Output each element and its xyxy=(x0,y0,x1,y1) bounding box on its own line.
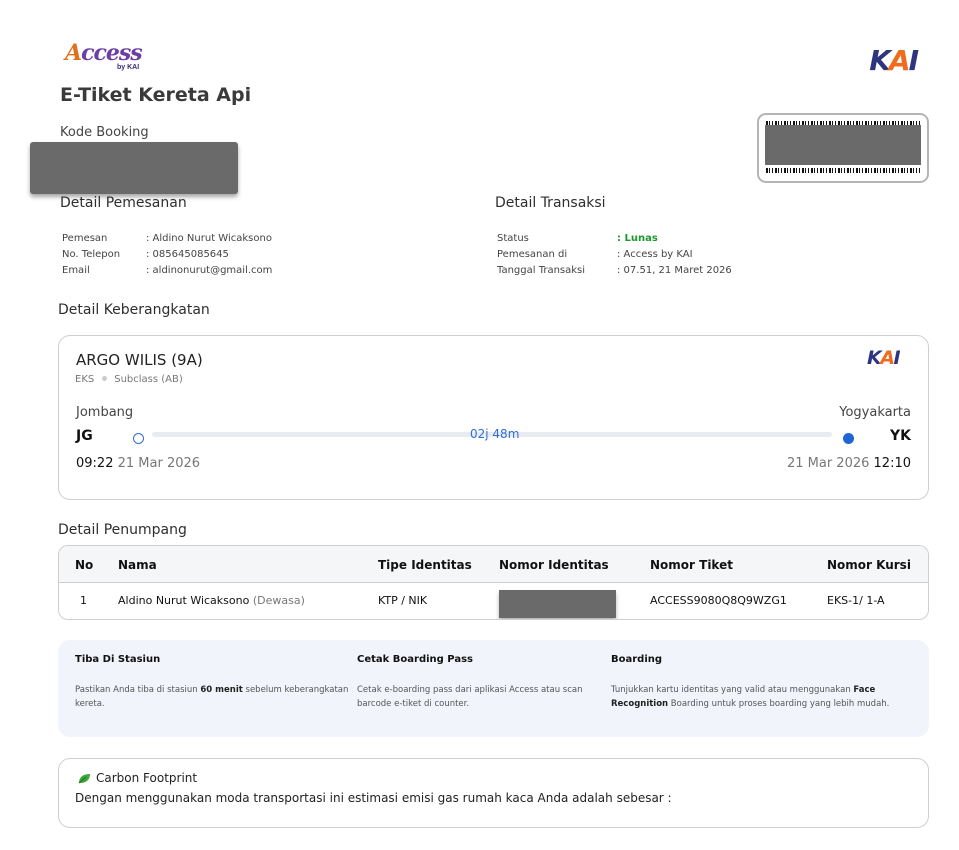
page-title: E-Tiket Kereta Api xyxy=(60,84,252,106)
arrival-date: 21 Mar 2026 xyxy=(786,456,870,471)
barcode-redaction xyxy=(765,125,921,165)
separator-dot xyxy=(102,376,108,381)
boarding-tips: Tiba Di Stasiun Pastikan Anda tiba di st… xyxy=(58,640,929,737)
passenger-name-cell: Aldino Nurut Wicaksono (Dewasa) xyxy=(118,594,305,607)
kode-booking-redaction xyxy=(30,142,238,194)
column-header: Nomor Identitas xyxy=(499,558,609,572)
pemesanan-label: Pemesan xyxy=(62,233,108,244)
departure-time: 09:22 xyxy=(76,456,114,471)
detail-transaksi-title: Detail Transaksi xyxy=(495,195,606,211)
passenger-table: No Nama Tipe Identitas Nomor Identitas N… xyxy=(58,545,929,620)
trip-duration: 02j 48m xyxy=(470,427,520,441)
column-header: No xyxy=(75,558,94,572)
pemesanan-label: Email xyxy=(62,265,90,276)
leaf-icon xyxy=(78,774,90,784)
tip-text: Tunjukkan kartu identitas yang valid ata… xyxy=(611,685,854,695)
train-class: EKS Subclass (AB) xyxy=(75,374,183,385)
train-class-code: EKS xyxy=(75,374,95,385)
train-name: ARGO WILIS (9A) xyxy=(76,351,203,369)
destination-city: Yogyakarta xyxy=(839,405,911,420)
tip-emphasis: 60 menit xyxy=(200,685,243,695)
origin-code: JG xyxy=(76,428,93,444)
status-badge: : Lunas xyxy=(617,233,658,244)
kai-small-logo: KAI xyxy=(867,347,901,369)
tip-text: Pastikan Anda tiba di stasiun xyxy=(75,685,201,695)
detail-pemesanan-title: Detail Pemesanan xyxy=(60,195,187,211)
carbon-footprint-title: Carbon Footprint xyxy=(96,771,198,785)
departure-datetime: 09:22 21 Mar 2026 xyxy=(76,456,200,471)
detail-penumpang-title: Detail Penumpang xyxy=(58,522,187,538)
access-by-kai-logo: Access by KAI xyxy=(65,40,143,71)
kai-logo: KAI xyxy=(869,44,919,77)
destination-code: YK xyxy=(890,428,911,444)
pemesanan-value: : aldinonurut@gmail.com xyxy=(146,265,273,276)
passenger-id-type: KTP / NIK xyxy=(378,594,428,607)
kode-booking-label: Kode Booking xyxy=(60,125,149,140)
column-header: Tipe Identitas xyxy=(378,558,472,572)
pemesanan-value: : 085645085645 xyxy=(146,249,229,260)
origin-dot-icon xyxy=(133,433,144,444)
passenger-name: Aldino Nurut Wicaksono xyxy=(118,594,250,607)
passenger-no: 1 xyxy=(80,594,87,607)
transaksi-label: Pemesanan di xyxy=(497,249,568,260)
tip-title: Cetak Boarding Pass xyxy=(357,654,474,665)
passenger-category: (Dewasa) xyxy=(252,594,305,607)
seat-number: EKS-1/ 1-A xyxy=(827,594,885,607)
tip-body: Pastikan Anda tiba di stasiun 60 menit s… xyxy=(75,683,360,711)
tip-text: Cetak e-boarding pass dari aplikasi Acce… xyxy=(357,685,583,709)
origin-city: Jombang xyxy=(76,405,134,420)
departure-date: 21 Mar 2026 xyxy=(117,456,201,471)
tip-body: Tunjukkan kartu identitas yang valid ata… xyxy=(611,683,911,711)
pemesanan-value: : Aldino Nurut Wicaksono xyxy=(146,233,272,244)
access-logo-sub: by KAI xyxy=(117,64,140,71)
arrival-time: 12:10 xyxy=(873,456,911,471)
column-header: Nomor Tiket xyxy=(650,558,733,572)
tip-title: Tiba Di Stasiun xyxy=(75,654,161,665)
id-number-redaction xyxy=(499,590,616,618)
transaksi-value: : 07.51, 21 Maret 2026 xyxy=(617,265,732,276)
destination-dot-icon xyxy=(843,433,854,444)
tip-body: Cetak e-boarding pass dari aplikasi Acce… xyxy=(357,683,602,711)
ticket-number: ACCESS9080Q8Q9WZG1 xyxy=(650,594,787,607)
booking-barcode xyxy=(757,113,929,183)
column-header: Nomor Kursi xyxy=(827,558,911,572)
pemesanan-label: No. Telepon xyxy=(62,249,121,260)
carbon-footprint-text: Dengan menggunakan moda transportasi ini… xyxy=(75,791,672,805)
transaksi-label: Status xyxy=(497,233,529,244)
train-subclass: Subclass (AB) xyxy=(114,374,183,385)
barcode-bottom-stripe xyxy=(766,168,920,173)
detail-keberangkatan-title: Detail Keberangkatan xyxy=(58,302,210,318)
column-header: Nama xyxy=(118,558,157,572)
arrival-datetime: 21 Mar 2026 12:10 xyxy=(787,456,911,471)
table-header: No Nama Tipe Identitas Nomor Identitas N… xyxy=(59,546,928,583)
tip-title: Boarding xyxy=(611,654,663,665)
transaksi-value: : Access by KAI xyxy=(617,249,693,260)
transaksi-label: Tanggal Transaksi xyxy=(497,265,586,276)
tip-text: Boarding untuk proses boarding yang lebi… xyxy=(668,699,890,709)
